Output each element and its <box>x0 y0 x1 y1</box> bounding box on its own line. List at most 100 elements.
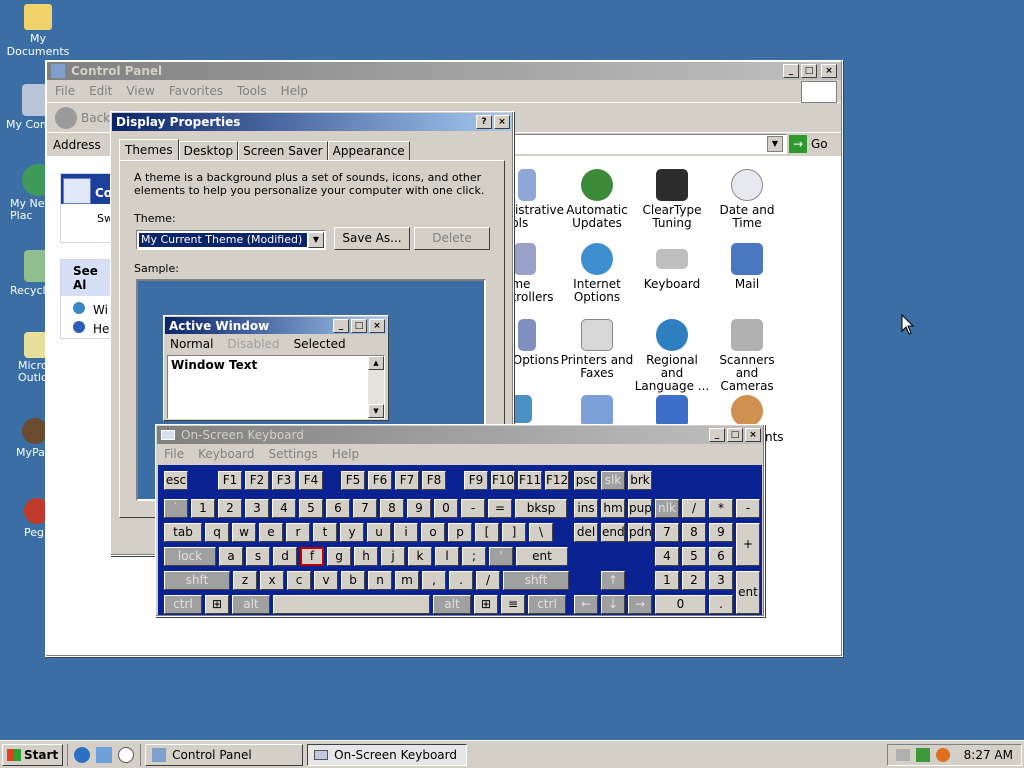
key-f5[interactable]: F5 <box>341 471 365 490</box>
key-j[interactable]: j <box>381 547 405 566</box>
key--[interactable]: = <box>488 499 512 518</box>
key-4[interactable]: 4 <box>272 499 296 518</box>
key-7[interactable]: 7 <box>353 499 377 518</box>
cp-item-keyboard[interactable]: Keyboard <box>634 243 710 291</box>
tab-screen-saver[interactable]: Screen Saver <box>238 141 328 161</box>
key--[interactable]: → <box>628 595 652 614</box>
key--[interactable]: ⊞ <box>205 595 229 614</box>
key--[interactable]: / <box>682 499 706 518</box>
key-m[interactable]: m <box>395 571 419 590</box>
key--[interactable]: ≡ <box>501 595 525 614</box>
key-pdn[interactable]: pdn <box>628 523 652 542</box>
delete-button[interactable]: Delete <box>414 227 490 250</box>
cp-item-internet-options[interactable]: Internet Options <box>559 243 635 304</box>
key-k[interactable]: k <box>408 547 432 566</box>
key-f12[interactable]: F12 <box>545 471 569 490</box>
minimize-button[interactable]: _ <box>783 64 799 78</box>
cp-item-mail[interactable]: Mail <box>709 243 785 291</box>
close-button[interactable]: × <box>821 64 837 78</box>
key-ent[interactable]: ent <box>516 547 568 566</box>
key-f7[interactable]: F7 <box>395 471 419 490</box>
key-f10[interactable]: F10 <box>491 471 515 490</box>
cp-item-printers-and-faxes[interactable]: Printers and Faxes <box>559 319 635 380</box>
key-7[interactable]: 7 <box>655 523 679 542</box>
menu-settings[interactable]: Settings <box>269 447 318 461</box>
maximize-button[interactable]: □ <box>801 64 817 78</box>
key-a[interactable]: a <box>219 547 243 566</box>
cp-item-regional-language[interactable]: Regional and Language ... <box>634 319 710 393</box>
cp-item-security[interactable] <box>510 395 550 423</box>
key-i[interactable]: i <box>394 523 418 542</box>
key-brk[interactable]: brk <box>628 471 652 490</box>
key-slk[interactable]: slk <box>601 471 625 490</box>
tab-appearance[interactable]: Appearance <box>327 141 410 161</box>
network-tray-icon[interactable] <box>895 748 910 761</box>
key--[interactable]: ; <box>462 547 486 566</box>
key-shft[interactable]: shft <box>164 571 230 590</box>
key-6[interactable]: 6 <box>326 499 350 518</box>
key-v[interactable]: v <box>314 571 338 590</box>
key-g[interactable]: g <box>327 547 351 566</box>
address-dropdown[interactable]: ▼ <box>767 136 783 152</box>
key-ins[interactable]: ins <box>574 499 598 518</box>
key-bksp[interactable]: bksp <box>515 499 567 518</box>
internet-explorer-icon[interactable] <box>74 746 91 763</box>
key-0[interactable]: 0 <box>655 595 706 614</box>
menu-tools[interactable]: Tools <box>237 84 267 98</box>
key-nlk[interactable]: nlk <box>655 499 679 518</box>
security-tray-icon[interactable] <box>915 747 930 762</box>
key-9[interactable]: 9 <box>407 499 431 518</box>
address-input[interactable] <box>507 134 787 154</box>
key-s[interactable]: s <box>246 547 270 566</box>
key--[interactable]: - <box>736 499 760 518</box>
key-psc[interactable]: psc <box>574 471 598 490</box>
key-5[interactable]: 5 <box>682 547 706 566</box>
osk-titlebar[interactable]: On-Screen Keyboard _ □ × <box>157 426 763 444</box>
go-button[interactable]: → Go <box>789 135 828 153</box>
cp-item-scanners-cameras[interactable]: Scanners and Cameras <box>709 319 785 393</box>
key--[interactable]: ' <box>489 547 513 566</box>
display-properties-titlebar[interactable]: Display Properties ? × <box>112 113 512 131</box>
key-0[interactable]: 0 <box>434 499 458 518</box>
key-r[interactable]: r <box>286 523 310 542</box>
menu-file[interactable]: File <box>55 84 75 98</box>
menu-edit[interactable]: Edit <box>89 84 112 98</box>
key-8[interactable]: 8 <box>682 523 706 542</box>
key-2[interactable]: 2 <box>218 499 242 518</box>
key--[interactable]: . <box>449 571 473 590</box>
desktop-icon-network-places[interactable]: My Net Plac <box>10 164 54 222</box>
key-ctrl[interactable]: ctrl <box>528 595 566 614</box>
control-panel-titlebar[interactable]: Control Panel _ □ × <box>47 62 841 80</box>
key-o[interactable]: o <box>421 523 445 542</box>
key--[interactable]: [ <box>475 523 499 542</box>
key--[interactable]: ↓ <box>601 595 625 614</box>
key--[interactable]: , <box>422 571 446 590</box>
key-f8[interactable]: F8 <box>422 471 446 490</box>
key-l[interactable]: l <box>435 547 459 566</box>
key-f9[interactable]: F9 <box>464 471 488 490</box>
key-8[interactable]: 8 <box>380 499 404 518</box>
back-button-label[interactable]: Back <box>81 111 110 125</box>
key-t[interactable]: t <box>313 523 337 542</box>
maximize-button[interactable]: □ <box>727 428 743 442</box>
close-button[interactable]: × <box>494 115 510 129</box>
key--[interactable]: ↑ <box>601 571 625 590</box>
menu-keyboard[interactable]: Keyboard <box>198 447 254 461</box>
start-button[interactable]: Start <box>2 743 64 766</box>
key-f1[interactable]: F1 <box>218 471 242 490</box>
taskbar-button-on-screen-keyboard[interactable]: On-Screen Keyboard <box>307 743 468 766</box>
tab-desktop[interactable]: Desktop <box>178 141 239 161</box>
key-x[interactable]: x <box>260 571 284 590</box>
key-pup[interactable]: pup <box>628 499 652 518</box>
taskbar-button-control-panel[interactable]: Control Panel <box>145 743 304 766</box>
key-alt[interactable]: alt <box>232 595 270 614</box>
key-y[interactable]: y <box>340 523 364 542</box>
key-w[interactable]: w <box>232 523 256 542</box>
key-blank[interactable] <box>273 595 430 614</box>
key--[interactable]: \ <box>529 523 553 542</box>
desktop-icon-my-documents[interactable]: My Documents <box>2 4 74 58</box>
key-1[interactable]: 1 <box>191 499 215 518</box>
menu-favorites[interactable]: Favorites <box>169 84 223 98</box>
chevron-down-icon[interactable]: ▼ <box>308 232 324 248</box>
save-as-button[interactable]: Save As... <box>334 227 410 250</box>
